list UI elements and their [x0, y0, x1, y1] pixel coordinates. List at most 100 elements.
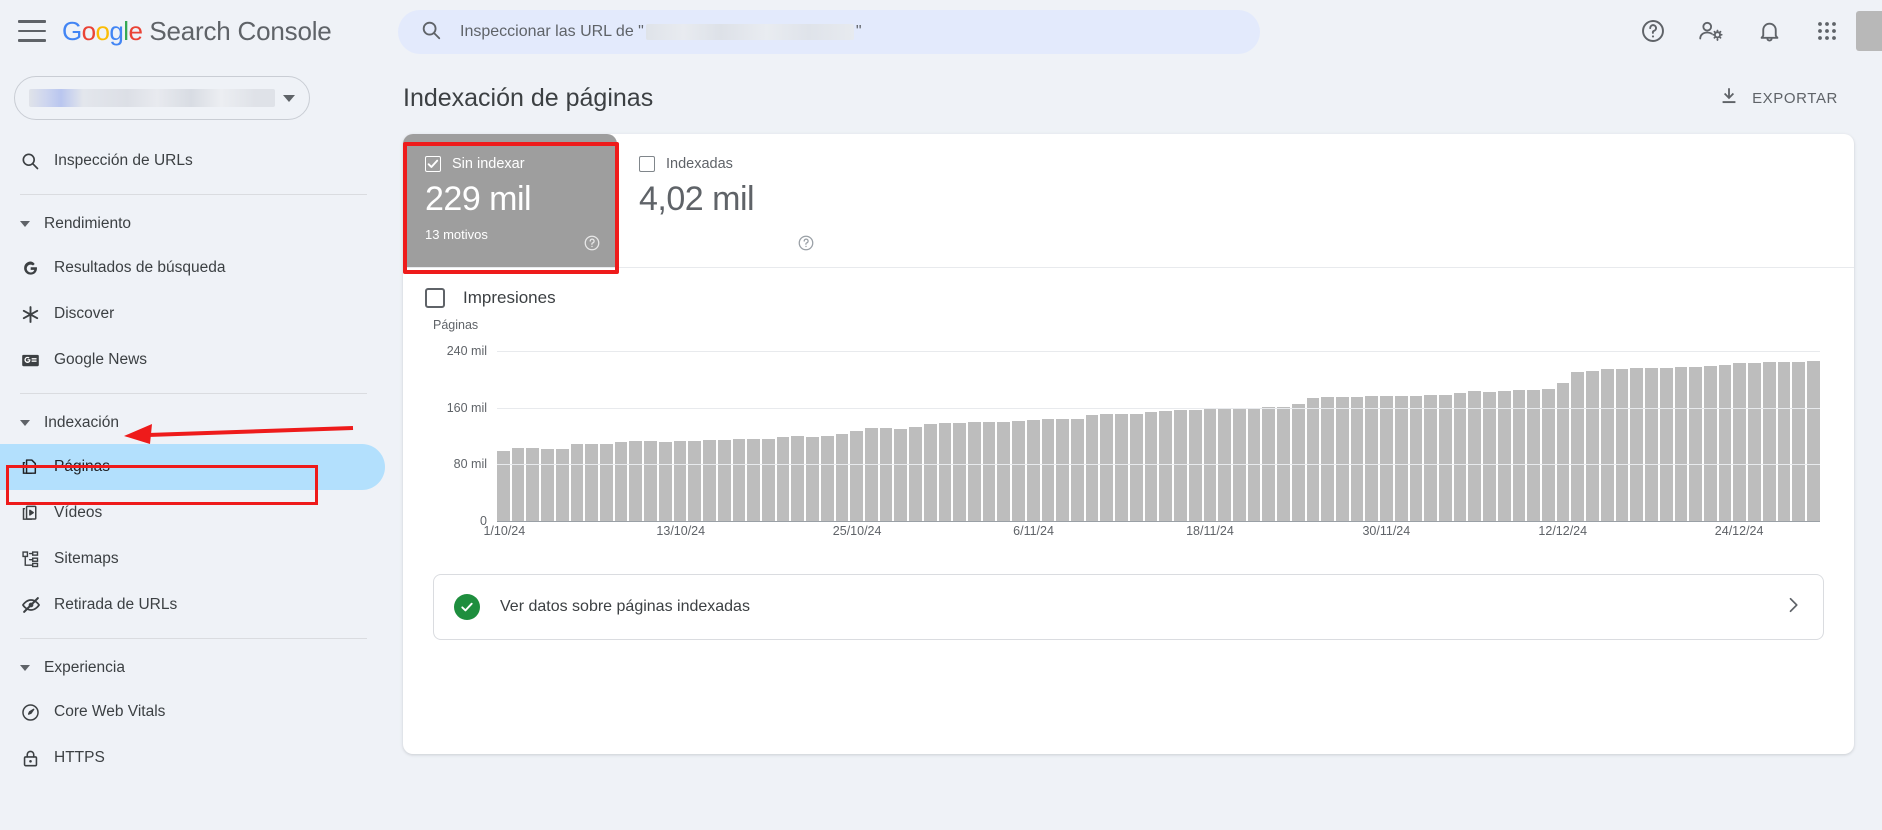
checkbox-checked-icon[interactable]	[425, 156, 441, 172]
chart-bar	[820, 435, 834, 522]
chart-bars	[497, 338, 1820, 522]
sidebar-item-videos[interactable]: Vídeos	[0, 490, 385, 536]
eye-off-icon	[20, 594, 54, 616]
impressions-checkbox[interactable]	[425, 288, 445, 308]
sidebar-section-label: Indexación	[44, 414, 119, 431]
sidebar-item-sitemaps[interactable]: Sitemaps	[0, 536, 385, 582]
chart-bar	[1188, 410, 1202, 522]
chart-bar	[1041, 419, 1055, 522]
chart-bar	[1350, 397, 1364, 522]
chart-bar	[747, 438, 760, 522]
check-circle-icon	[454, 594, 480, 620]
chart-bar	[1439, 395, 1452, 522]
discover-asterisk-icon	[20, 304, 54, 325]
chart-bar	[1380, 396, 1393, 522]
chart-bar	[982, 421, 996, 522]
main-content: Indexación de páginas EXPORTAR Sin index…	[397, 62, 1882, 830]
chart-bar	[1483, 391, 1496, 522]
metric-label: Indexadas	[666, 156, 733, 172]
chart-bar	[806, 437, 819, 522]
metric-label: Sin indexar	[452, 156, 525, 172]
chart-bar	[1218, 408, 1231, 522]
search-icon	[420, 19, 442, 46]
sidebar: Inspección de URLs Rendimiento Resultado…	[0, 62, 397, 830]
chart-bar	[1645, 368, 1658, 522]
chart-bar	[864, 427, 878, 522]
chart-bar	[673, 441, 687, 522]
sidebar-item-paginas[interactable]: Páginas	[0, 444, 385, 490]
chart-bar	[511, 448, 525, 522]
google-apps-icon[interactable]	[1798, 0, 1856, 62]
chart-bar	[1174, 410, 1187, 522]
search-icon	[20, 151, 54, 171]
sidebar-item-google-news[interactable]: Google News	[0, 337, 385, 383]
main-header: Indexación de páginas EXPORTAR	[397, 62, 1882, 134]
impressions-toggle-row: Impresiones	[403, 267, 1854, 308]
chevron-down-icon	[20, 420, 30, 426]
sitemaps-tree-icon	[20, 549, 54, 570]
chart-bar	[541, 449, 554, 522]
chart-bar	[1365, 396, 1379, 522]
menu-icon[interactable]	[18, 20, 46, 42]
chart-bar	[1674, 367, 1688, 522]
chart-bar	[600, 444, 613, 522]
chart-bar	[997, 422, 1011, 522]
indexing-chart: Páginas 0 80 mil 160 mil 240 mil 1/10/24 13/…	[425, 318, 1820, 552]
chart-bar	[614, 442, 628, 522]
chart-bar	[1247, 408, 1261, 522]
avatar[interactable]	[1856, 11, 1882, 51]
chart-bar	[1571, 371, 1585, 522]
sidebar-item-label: Sitemaps	[54, 550, 119, 567]
impressions-label: Impresiones	[463, 288, 556, 307]
chart-bar	[1306, 398, 1320, 522]
sidebar-section-experiencia[interactable]: Experiencia	[0, 647, 397, 689]
brand-logo[interactable]: Google Search Console	[62, 16, 332, 47]
notifications-icon[interactable]	[1740, 0, 1798, 62]
metric-value: 4,02 mil	[639, 180, 755, 218]
export-button[interactable]: EXPORTAR	[1718, 85, 1838, 111]
sidebar-section-rendimiento[interactable]: Rendimiento	[0, 203, 397, 245]
chart-bar	[1159, 410, 1173, 522]
lock-icon	[20, 748, 54, 769]
chart-bar	[644, 441, 657, 522]
banner-label: Ver datos sobre páginas indexadas	[500, 598, 750, 615]
metric-tab-sin-indexar[interactable]: Sin indexar 229 mil 13 motivos	[403, 134, 617, 267]
sidebar-item-retirada-urls[interactable]: Retirada de URLs	[0, 582, 385, 628]
metric-tab-indexadas[interactable]: Indexadas 4,02 mil	[617, 134, 831, 267]
chart-bar	[1468, 391, 1482, 522]
chart-bar	[1718, 364, 1732, 522]
help-circle-icon[interactable]	[583, 234, 601, 257]
help-circle-icon[interactable]	[797, 234, 815, 257]
sidebar-item-core-web-vitals[interactable]: Core Web Vitals	[0, 689, 385, 735]
chart-bar	[1600, 369, 1614, 522]
chart-bar	[1424, 395, 1437, 522]
indexed-pages-banner[interactable]: Ver datos sobre páginas indexadas	[433, 574, 1824, 640]
sidebar-item-discover[interactable]: Discover	[0, 291, 385, 337]
chart-bar	[585, 444, 599, 522]
chart-plot-area[interactable]: 0 80 mil 160 mil 240 mil	[447, 338, 1820, 528]
help-icon[interactable]	[1624, 0, 1682, 62]
speedometer-icon	[20, 702, 54, 723]
property-selector[interactable]	[14, 76, 310, 120]
sidebar-item-https[interactable]: HTTPS	[0, 735, 385, 781]
chart-bar	[761, 438, 775, 522]
sidebar-item-label: Resultados de búsqueda	[54, 259, 226, 276]
x-axis-tick-label: 24/12/24	[1714, 524, 1764, 538]
account-switch-icon[interactable]	[1682, 0, 1740, 62]
chart-bar	[953, 422, 966, 522]
x-axis-tick-label: 18/11/24	[1186, 524, 1234, 538]
sidebar-item-url-inspection[interactable]: Inspección de URLs	[0, 138, 385, 184]
checkbox-unchecked-icon[interactable]	[639, 156, 655, 172]
search-input[interactable]: Inspeccionar las URL de " "	[398, 10, 1260, 54]
divider	[20, 393, 367, 394]
chart-bar	[909, 427, 922, 522]
sidebar-item-label: Core Web Vitals	[54, 703, 166, 720]
sidebar-item-search-results[interactable]: Resultados de búsqueda	[0, 245, 385, 291]
sidebar-item-label: Google News	[54, 351, 148, 368]
metric-sub: 13 motivos	[425, 227, 488, 242]
property-name-redacted	[29, 89, 275, 107]
videos-play-icon	[20, 503, 54, 524]
sidebar-section-indexacion[interactable]: Indexación	[0, 402, 397, 444]
chart-bar	[894, 428, 908, 522]
x-axis-tick-label: 30/11/24	[1362, 524, 1411, 538]
